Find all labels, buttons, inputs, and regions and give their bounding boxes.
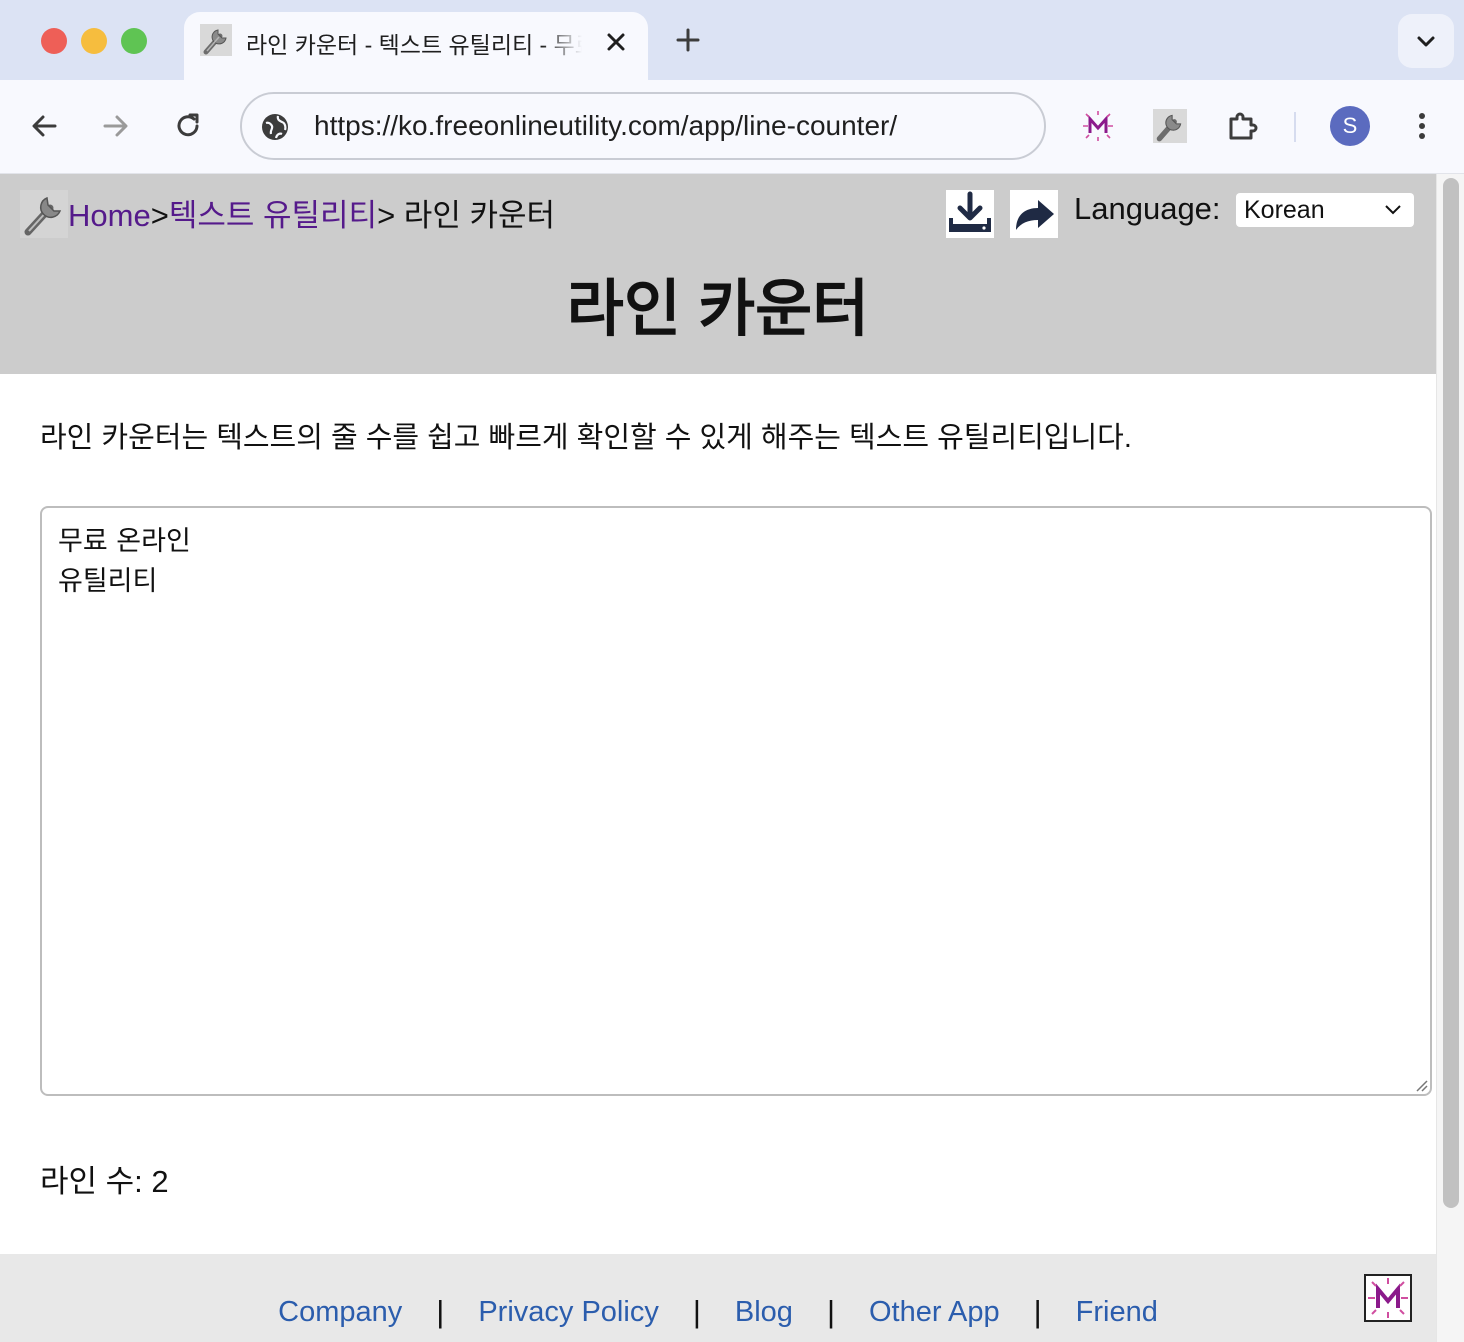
chevron-down-icon — [1385, 205, 1401, 215]
share-icon[interactable] — [1010, 190, 1058, 238]
breadcrumb-category-link[interactable]: 텍스트 유틸리티 — [169, 198, 377, 233]
m-logo-icon[interactable] — [1364, 1274, 1412, 1322]
reload-icon — [177, 113, 199, 137]
chevron-down-icon — [1417, 36, 1435, 47]
url-text: https://ko.freeonlineutility.com/app/lin… — [314, 110, 898, 141]
plus-icon[interactable] — [672, 24, 704, 56]
arrow-right-icon — [103, 115, 128, 137]
scrollbar-thumb[interactable] — [1443, 178, 1459, 1208]
browser-toolbar: https://ko.freeonlineutility.com/app/lin… — [0, 80, 1464, 174]
breadcrumb-home-link[interactable]: Home — [68, 198, 151, 233]
language-label: Language: — [1074, 191, 1221, 226]
footer-separator: | — [1033, 1294, 1042, 1329]
language-selected-value: Korean — [1244, 196, 1325, 224]
maximize-window-button[interactable] — [121, 28, 147, 54]
extension-m-button[interactable] — [1078, 106, 1118, 146]
breadcrumb-separator: > — [150, 198, 169, 233]
m-logo-icon — [1083, 111, 1113, 141]
wrench-icon — [1153, 109, 1187, 143]
address-bar[interactable]: https://ko.freeonlineutility.com/app/lin… — [240, 92, 1046, 160]
more-vertical-icon — [1419, 113, 1425, 139]
wrench-logo-icon[interactable] — [20, 190, 68, 238]
menu-button[interactable] — [1402, 106, 1442, 146]
tab-title: 라인 카운터 - 텍스트 유틸리티 - 무료 온라인 유틸리티 — [246, 32, 582, 56]
footer-separator: | — [826, 1294, 835, 1329]
back-button[interactable] — [24, 106, 64, 146]
site-info-icon[interactable] — [260, 112, 290, 142]
resize-handle-icon[interactable] — [1412, 1076, 1428, 1092]
page-title: 라인 카운터 — [566, 275, 870, 344]
footer-links: Company | Privacy Policy | Blog | Other … — [0, 1294, 1436, 1330]
arrow-left-icon — [32, 115, 57, 137]
reload-button[interactable] — [168, 106, 208, 146]
close-icon[interactable] — [602, 28, 630, 56]
line-count-result: 라인 수: 2 — [40, 1164, 169, 1199]
forward-button[interactable] — [96, 106, 136, 146]
text-input-area[interactable] — [40, 506, 1432, 1096]
close-window-button[interactable] — [41, 28, 67, 54]
extension-wrench-button[interactable] — [1150, 106, 1190, 146]
tool-description: 라인 카운터는 텍스트의 줄 수를 쉽고 빠르게 확인할 수 있게 해주는 텍스… — [40, 422, 1132, 454]
footer-link-privacy-policy[interactable]: Privacy Policy — [478, 1296, 659, 1329]
web-page: Home>텍스트 유틸리티> 라인 카운터 Language: Korean 라… — [0, 174, 1436, 1342]
breadcrumb-current: > 라인 카운터 — [377, 198, 556, 233]
site-header: Home>텍스트 유틸리티> 라인 카운터 Language: Korean 라… — [0, 174, 1436, 374]
puzzle-icon — [1229, 112, 1258, 140]
footer-link-company[interactable]: Company — [278, 1296, 402, 1329]
tab-search-button[interactable] — [1398, 14, 1454, 68]
minimize-window-button[interactable] — [81, 28, 107, 54]
wrench-icon — [200, 24, 232, 56]
language-select[interactable]: Korean — [1236, 193, 1414, 227]
toolbar-divider — [1294, 112, 1296, 142]
footer-separator: | — [436, 1294, 445, 1329]
footer-separator: | — [692, 1294, 701, 1329]
extensions-button[interactable] — [1222, 106, 1262, 146]
browser-tab-active[interactable]: 라인 카운터 - 텍스트 유틸리티 - 무료 온라인 유틸리티 — [184, 12, 648, 82]
footer-link-blog[interactable]: Blog — [735, 1296, 793, 1329]
footer-link-other-app[interactable]: Other App — [869, 1296, 1000, 1329]
download-icon[interactable] — [946, 190, 994, 238]
footer-link-friend[interactable]: Friend — [1076, 1296, 1158, 1329]
breadcrumb: Home>텍스트 유틸리티> 라인 카운터 — [68, 190, 555, 235]
browser-tab-bar: 라인 카운터 - 텍스트 유틸리티 - 무료 온라인 유틸리티 — [0, 0, 1464, 82]
site-footer: Company | Privacy Policy | Blog | Other … — [0, 1254, 1436, 1342]
profile-avatar[interactable]: S — [1330, 106, 1370, 146]
